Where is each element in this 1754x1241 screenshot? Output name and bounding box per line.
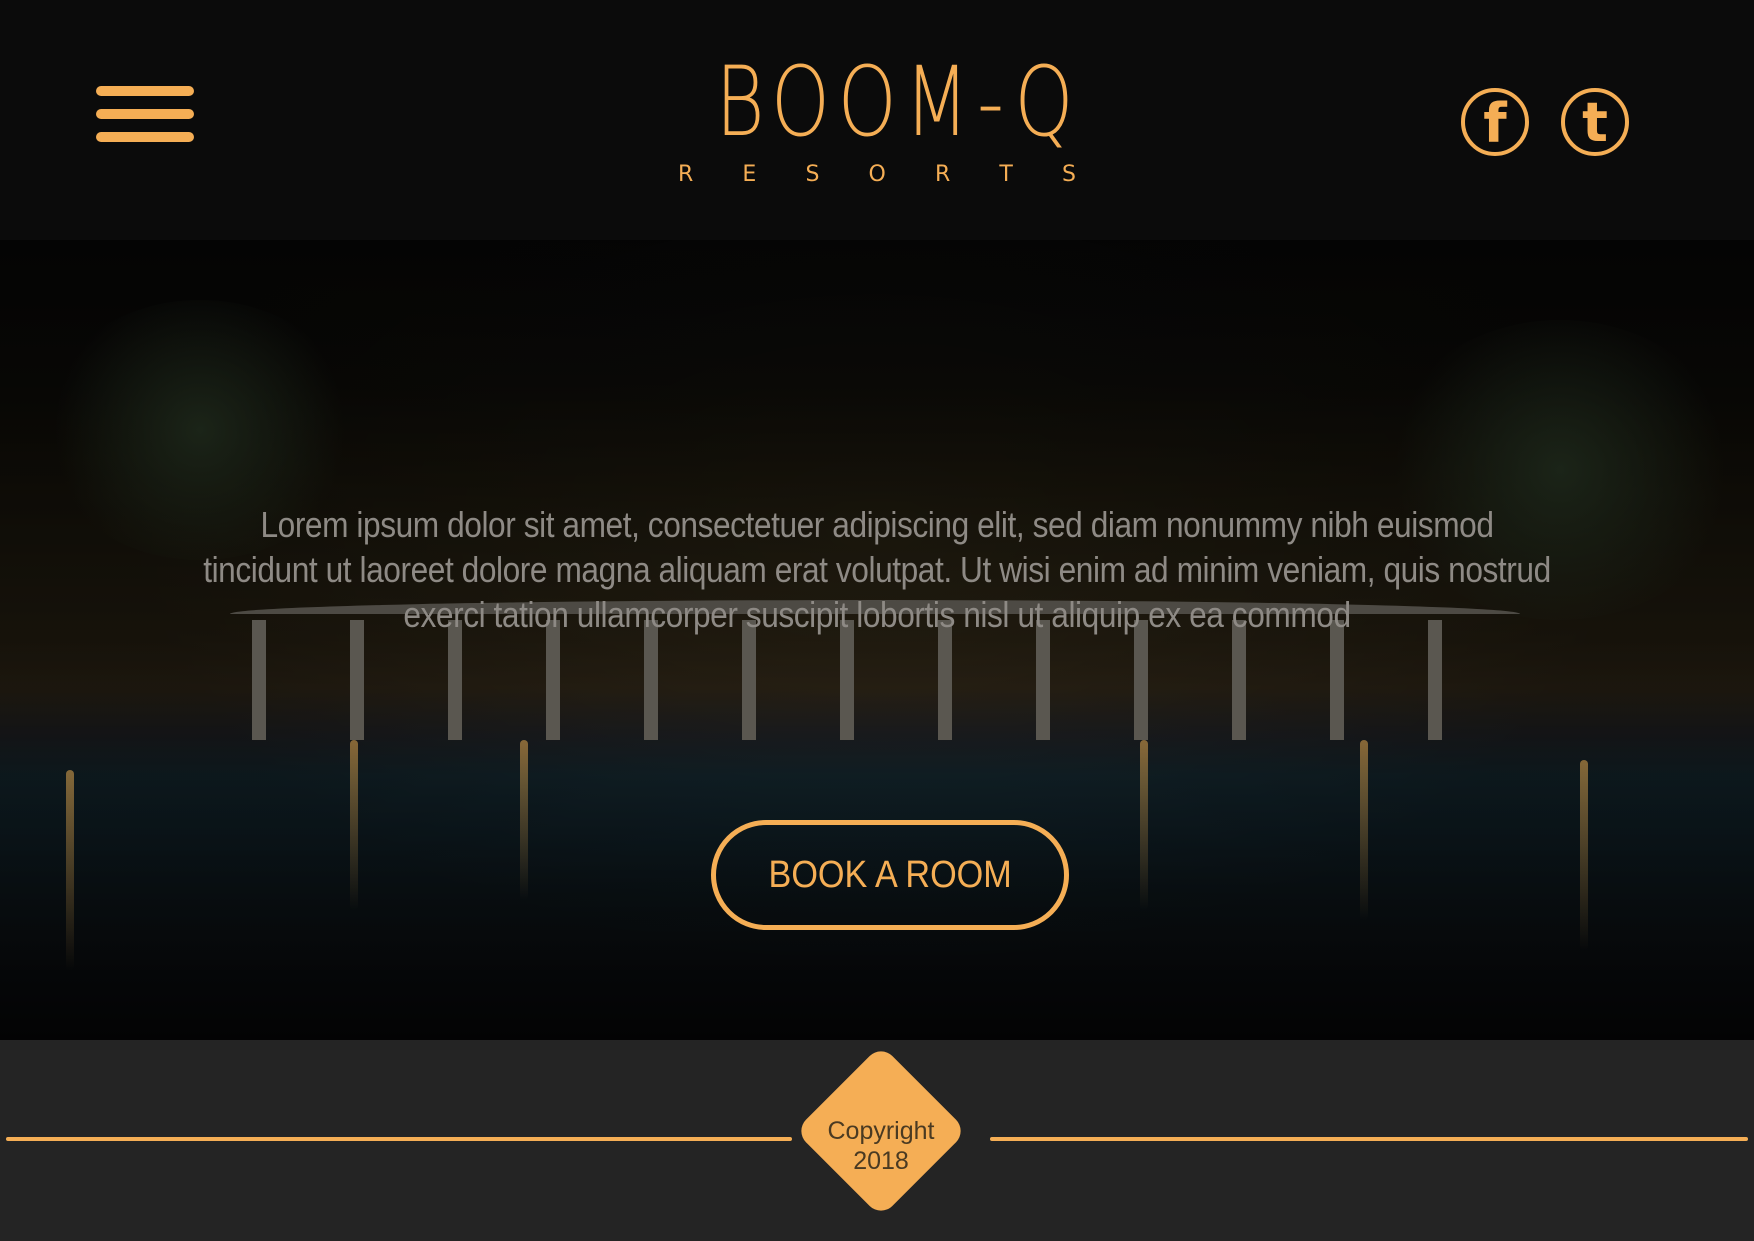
facebook-glyph: f — [1483, 92, 1507, 155]
water-reflection — [520, 740, 528, 900]
column — [252, 620, 266, 740]
water-reflection — [350, 740, 358, 910]
column — [1134, 620, 1148, 740]
copyright-label: Copyright — [827, 1117, 935, 1145]
column — [644, 620, 658, 740]
facebook-icon[interactable]: f — [1461, 88, 1529, 156]
page: BOOM-Q R E S O R T S f t Lorem ipsum dol… — [0, 0, 1754, 1241]
hamburger-menu-icon[interactable] — [96, 86, 194, 142]
logo-subtitle: R E S O R T S — [670, 162, 1084, 187]
column — [1036, 620, 1050, 740]
column — [1232, 620, 1246, 740]
column — [1330, 620, 1344, 740]
logo-name: BOOM-Q — [715, 46, 1082, 158]
site-logo[interactable]: BOOM-Q R E S O R T S — [670, 52, 1084, 192]
column — [742, 620, 756, 740]
logo-subtitle-letter: S — [1062, 162, 1076, 187]
column — [546, 620, 560, 740]
menu-bar — [96, 86, 194, 96]
menu-bar — [96, 132, 194, 142]
logo-subtitle-letter: R — [935, 162, 951, 187]
twitter-glyph: t — [1582, 91, 1608, 154]
water-reflection — [1580, 760, 1588, 950]
column — [448, 620, 462, 740]
site-header: BOOM-Q R E S O R T S f t — [0, 0, 1754, 240]
hero-section: Lorem ipsum dolor sit amet, consectetuer… — [0, 240, 1754, 1040]
column — [1428, 620, 1442, 740]
water-reflection — [1140, 740, 1148, 910]
column — [840, 620, 854, 740]
twitter-icon[interactable]: t — [1561, 88, 1629, 156]
book-a-room-label: BOOK A ROOM — [768, 854, 1012, 896]
water-reflection — [1360, 740, 1368, 920]
copyright-text: Copyright 2018 — [791, 1116, 971, 1176]
footer-divider-left — [6, 1137, 792, 1141]
column — [350, 620, 364, 740]
copyright-year: 2018 — [853, 1147, 909, 1175]
water-reflection — [66, 770, 74, 970]
footer-divider-right — [990, 1137, 1748, 1141]
logo-subtitle-letter: O — [868, 162, 886, 187]
column — [938, 620, 952, 740]
menu-bar — [96, 109, 194, 119]
logo-subtitle-letter: T — [999, 162, 1013, 187]
site-footer: Copyright 2018 — [0, 1040, 1754, 1241]
hero-description: Lorem ipsum dolor sit amet, consectetuer… — [203, 504, 1551, 635]
logo-subtitle-letter: E — [742, 162, 757, 187]
logo-subtitle-letter: R — [678, 162, 694, 187]
book-a-room-button[interactable]: BOOK A ROOM — [711, 820, 1069, 930]
logo-subtitle-letter: S — [805, 162, 820, 187]
